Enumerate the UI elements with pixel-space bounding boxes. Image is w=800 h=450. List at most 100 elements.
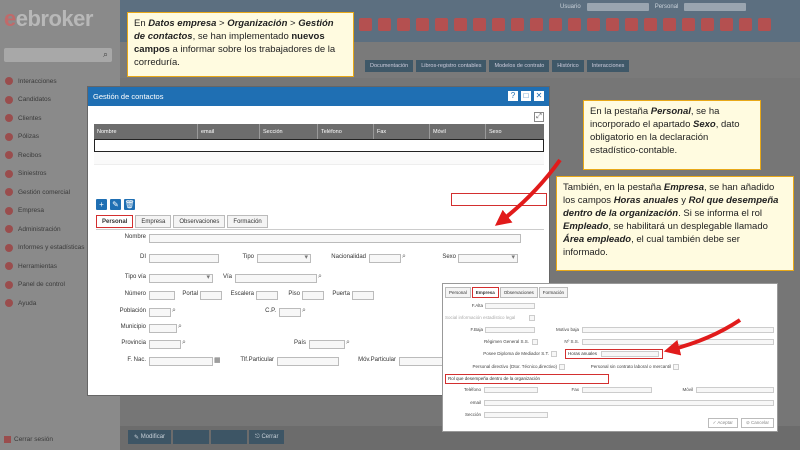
toolbar-icon[interactable]: [416, 18, 429, 31]
tab-historico[interactable]: Histórico: [552, 60, 584, 72]
f-alta-input[interactable]: [485, 303, 535, 309]
search-icon[interactable]: ⌕: [178, 323, 182, 331]
cp-input[interactable]: [279, 308, 301, 317]
tipo-via-select[interactable]: [149, 273, 213, 283]
motivo-baja-input[interactable]: [582, 327, 774, 333]
edit-icon[interactable]: ✎: [110, 199, 121, 210]
numero-input[interactable]: [149, 291, 175, 300]
f-nac-input[interactable]: [149, 357, 213, 366]
movil-input[interactable]: [696, 387, 774, 393]
delete-icon[interactable]: 🗑: [124, 199, 135, 210]
toolbar-icon[interactable]: [530, 18, 543, 31]
tab-libros-registro[interactable]: Libros-registro contables: [416, 60, 487, 72]
disabled-button[interactable]: [211, 430, 248, 444]
toolbar-icon[interactable]: [359, 18, 372, 31]
sidebar-search-input[interactable]: ⌕: [4, 48, 112, 62]
col-telefono[interactable]: Teléfono: [318, 124, 374, 139]
nacionalidad-input[interactable]: [369, 254, 401, 263]
col-movil[interactable]: Móvil: [430, 124, 486, 139]
search-icon[interactable]: ⌕: [302, 307, 306, 315]
toolbar-icon[interactable]: [625, 18, 638, 31]
tab-observaciones[interactable]: Observaciones: [173, 215, 226, 228]
fax-input[interactable]: [582, 387, 652, 393]
social-checkbox[interactable]: [529, 315, 535, 321]
pais-input[interactable]: [309, 340, 345, 349]
add-icon[interactable]: +: [96, 199, 107, 210]
toolbar-icon[interactable]: [549, 18, 562, 31]
col-seccion[interactable]: Sección: [260, 124, 318, 139]
posee-checkbox[interactable]: [551, 351, 557, 357]
regimen-checkbox[interactable]: [532, 339, 538, 345]
close-icon[interactable]: ✕: [533, 90, 545, 102]
tlf-particular-input[interactable]: [277, 357, 339, 366]
municipio-input[interactable]: [149, 324, 177, 333]
horas-anuales-input[interactable]: [601, 351, 659, 357]
table-row[interactable]: [94, 139, 544, 152]
tab-documentacion[interactable]: Documentación: [365, 60, 414, 72]
nombre-input[interactable]: [149, 234, 521, 243]
tab-personal[interactable]: Personal: [96, 215, 134, 228]
email-input[interactable]: [484, 400, 774, 406]
via-input[interactable]: [235, 274, 317, 283]
tab-interacciones[interactable]: Interacciones: [586, 60, 630, 72]
tab-modelos-contrato[interactable]: Modelos de contrato: [489, 60, 550, 72]
seccion-input[interactable]: [484, 412, 548, 418]
escalera-input[interactable]: [256, 291, 278, 300]
col-nombre[interactable]: Nombre: [94, 124, 198, 139]
logout-link[interactable]: Cerrar sesión: [4, 436, 53, 443]
calendar-icon[interactable]: ▦: [214, 356, 221, 364]
sexo-select[interactable]: [458, 253, 518, 263]
col-fax[interactable]: Fax: [374, 124, 430, 139]
toolbar-icon[interactable]: [454, 18, 467, 31]
piso-input[interactable]: [302, 291, 324, 300]
toolbar-icon[interactable]: [378, 18, 391, 31]
nss-input[interactable]: [582, 339, 774, 345]
telefono-input[interactable]: [484, 387, 538, 393]
usuario-field[interactable]: [586, 3, 649, 11]
poblacion-input[interactable]: [149, 308, 171, 317]
toolbar-icon[interactable]: [682, 18, 695, 31]
cerrar-button[interactable]: ⎋ Cerrar: [249, 430, 285, 444]
toolbar-icon[interactable]: [758, 18, 771, 31]
toolbar-icon[interactable]: [568, 18, 581, 31]
puerta-input[interactable]: [352, 291, 374, 300]
personal-directivo-checkbox[interactable]: [559, 364, 565, 370]
toolbar-icon[interactable]: [606, 18, 619, 31]
cancelar-button[interactable]: ⊘ Cancelar: [740, 418, 774, 428]
disabled-button[interactable]: [173, 430, 210, 444]
portal-input[interactable]: [200, 291, 222, 300]
personal-contrato-checkbox[interactable]: [673, 364, 679, 370]
toolbar-icon[interactable]: [739, 18, 752, 31]
search-icon[interactable]: ⌕: [318, 273, 322, 281]
toolbar-icon[interactable]: [663, 18, 676, 31]
tab-formacion[interactable]: Formación: [227, 215, 268, 228]
toolbar-icon[interactable]: [492, 18, 505, 31]
toolbar-icon[interactable]: [435, 18, 448, 31]
search-icon[interactable]: ⌕: [346, 339, 350, 347]
tab-personal[interactable]: Personal: [445, 287, 471, 298]
tab-formacion[interactable]: Formación: [538, 287, 569, 298]
modificar-button[interactable]: ✎ Modificar: [128, 430, 172, 444]
search-icon[interactable]: ⌕: [402, 253, 406, 261]
toolbar-icon[interactable]: [587, 18, 600, 31]
aceptar-button[interactable]: ✓ Aceptar: [707, 418, 738, 428]
toolbar-icon[interactable]: [473, 18, 486, 31]
toolbar-icon[interactable]: [701, 18, 714, 31]
toolbar-icon[interactable]: [644, 18, 657, 31]
toolbar-icon[interactable]: [511, 18, 524, 31]
toolbar-icon[interactable]: [720, 18, 733, 31]
di-input[interactable]: [149, 254, 219, 263]
tab-empresa[interactable]: Empresa: [471, 287, 499, 298]
maximize-icon[interactable]: □: [520, 90, 532, 102]
search-icon[interactable]: ⌕: [182, 339, 186, 347]
provincia-input[interactable]: [149, 340, 181, 349]
toolbar-icon[interactable]: [397, 18, 410, 31]
f-baja-input[interactable]: [485, 327, 535, 333]
table-row[interactable]: [94, 152, 544, 165]
search-icon[interactable]: ⌕: [172, 307, 176, 315]
tab-empresa[interactable]: Empresa: [135, 215, 172, 228]
col-sexo[interactable]: Sexo: [486, 124, 544, 139]
tipo-select[interactable]: [257, 253, 311, 263]
col-email[interactable]: email: [198, 124, 260, 139]
personal-field[interactable]: [684, 3, 747, 11]
